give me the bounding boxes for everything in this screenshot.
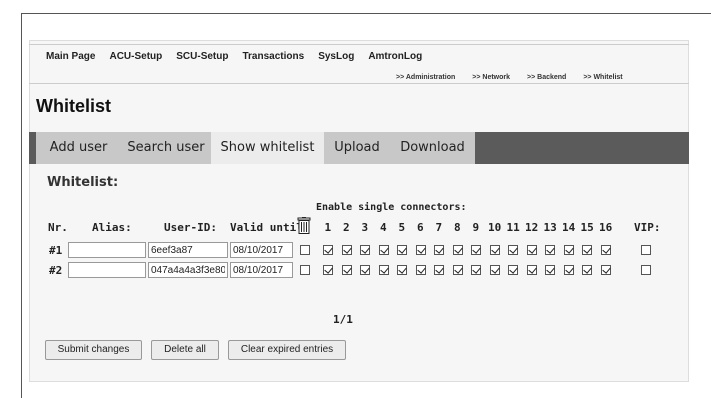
nav-transactions[interactable]: Transactions [242, 51, 304, 62]
connector-header-12: 12 [525, 221, 539, 234]
delete-all-button[interactable]: Delete all [151, 340, 219, 360]
valid-until-input[interactable] [230, 242, 293, 258]
user-id-input[interactable] [148, 242, 228, 258]
connector-header-3: 3 [361, 221, 369, 234]
connector-1-checkbox[interactable] [323, 265, 333, 275]
connector-header-7: 7 [435, 221, 443, 234]
breadcrumb: >> Administration >> Network >> Backend … [396, 74, 640, 81]
connector-12-checkbox[interactable] [526, 245, 537, 255]
connector-7-checkbox[interactable] [434, 265, 444, 275]
vip-checkbox[interactable] [641, 245, 651, 255]
connector-16-checkbox[interactable] [600, 265, 611, 275]
header-alias: Alias: [92, 221, 132, 234]
connector-11-checkbox[interactable] [508, 265, 518, 275]
connector-7-checkbox[interactable] [434, 245, 444, 255]
connector-header-14: 14 [562, 221, 576, 234]
connector-1-checkbox[interactable] [323, 245, 333, 255]
top-navigation: Main Page ACU-Setup SCU-Setup Transactio… [46, 51, 436, 62]
row-number: #2 [49, 264, 63, 277]
connector-16-checkbox[interactable] [600, 245, 611, 255]
user-id-input[interactable] [148, 262, 228, 278]
clear-expired-button[interactable]: Clear expired entries [228, 340, 346, 360]
tab-show-whitelist[interactable]: Show whitelist [211, 132, 324, 164]
tab-bar: Add user Search user Show whitelist Uplo… [29, 132, 689, 164]
header-nr: Nr. [48, 221, 68, 234]
nav-scu-setup[interactable]: SCU-Setup [176, 51, 228, 62]
tab-upload[interactable]: Upload [324, 132, 390, 164]
breadcrumb-administration[interactable]: >> Administration [396, 74, 455, 81]
connector-9-checkbox[interactable] [471, 245, 481, 255]
connector-5-checkbox[interactable] [397, 265, 407, 275]
connector-15-checkbox[interactable] [582, 245, 592, 255]
divider [29, 44, 689, 45]
vip-checkbox[interactable] [641, 265, 651, 275]
divider [29, 83, 689, 84]
connector-3-checkbox[interactable] [360, 265, 370, 275]
tab-search-user[interactable]: Search user [121, 132, 211, 164]
connector-10-checkbox[interactable] [489, 265, 500, 275]
connector-6-checkbox[interactable] [415, 245, 426, 255]
breadcrumb-network[interactable]: >> Network [472, 74, 510, 81]
connector-15-checkbox[interactable] [582, 265, 592, 275]
connector-header-9: 9 [472, 221, 480, 234]
connector-header-8: 8 [454, 221, 461, 234]
connector-14-checkbox[interactable] [563, 245, 574, 255]
submit-changes-button[interactable]: Submit changes [45, 340, 142, 360]
connector-13-checkbox[interactable] [545, 245, 555, 255]
connector-9-checkbox[interactable] [471, 265, 481, 275]
connector-header-6: 6 [417, 221, 424, 234]
connector-header-16: 16 [599, 221, 613, 234]
alias-input[interactable] [68, 262, 146, 278]
connector-header-1: 1 [324, 221, 332, 234]
valid-until-input[interactable] [230, 262, 293, 278]
connector-header-5: 5 [398, 221, 406, 234]
connector-11-checkbox[interactable] [508, 245, 518, 255]
connector-4-checkbox[interactable] [378, 265, 389, 275]
connector-3-checkbox[interactable] [360, 245, 370, 255]
connector-2-checkbox[interactable] [341, 245, 352, 255]
connector-header-2: 2 [343, 221, 350, 234]
connector-header-10: 10 [488, 221, 502, 234]
delete-checkbox[interactable] [300, 245, 310, 255]
row-number: #1 [49, 244, 63, 257]
connector-header-4: 4 [380, 221, 387, 234]
connector-6-checkbox[interactable] [415, 265, 426, 275]
section-title: Whitelist: [47, 175, 119, 190]
trash-icon [297, 217, 311, 234]
connector-12-checkbox[interactable] [526, 265, 537, 275]
connector-2-checkbox[interactable] [341, 265, 352, 275]
tab-download[interactable]: Download [390, 132, 475, 164]
connector-4-checkbox[interactable] [378, 245, 389, 255]
enable-connectors-label: Enable single connectors: [316, 202, 467, 213]
nav-main-page[interactable]: Main Page [46, 51, 95, 62]
connector-14-checkbox[interactable] [563, 265, 574, 275]
tab-add-user[interactable]: Add user [36, 132, 121, 164]
connector-header-11: 11 [506, 221, 520, 234]
connector-header-15: 15 [580, 221, 594, 234]
connector-10-checkbox[interactable] [489, 245, 500, 255]
delete-checkbox[interactable] [300, 265, 310, 275]
nav-acu-setup[interactable]: ACU-Setup [109, 51, 162, 62]
connector-13-checkbox[interactable] [545, 265, 555, 275]
page-title: Whitelist [36, 96, 111, 116]
header-user-id: User-ID: [164, 221, 217, 234]
connector-5-checkbox[interactable] [397, 245, 407, 255]
pagination: 1/1 [333, 313, 353, 326]
alias-input[interactable] [68, 242, 146, 258]
connector-header-13: 13 [543, 221, 557, 234]
connector-8-checkbox[interactable] [452, 265, 463, 275]
connector-8-checkbox[interactable] [452, 245, 463, 255]
nav-amtronlog[interactable]: AmtronLog [368, 51, 422, 62]
breadcrumb-whitelist[interactable]: >> Whitelist [583, 74, 622, 81]
nav-syslog[interactable]: SysLog [318, 51, 354, 62]
breadcrumb-backend[interactable]: >> Backend [527, 74, 566, 81]
header-vip: VIP: [634, 221, 661, 234]
